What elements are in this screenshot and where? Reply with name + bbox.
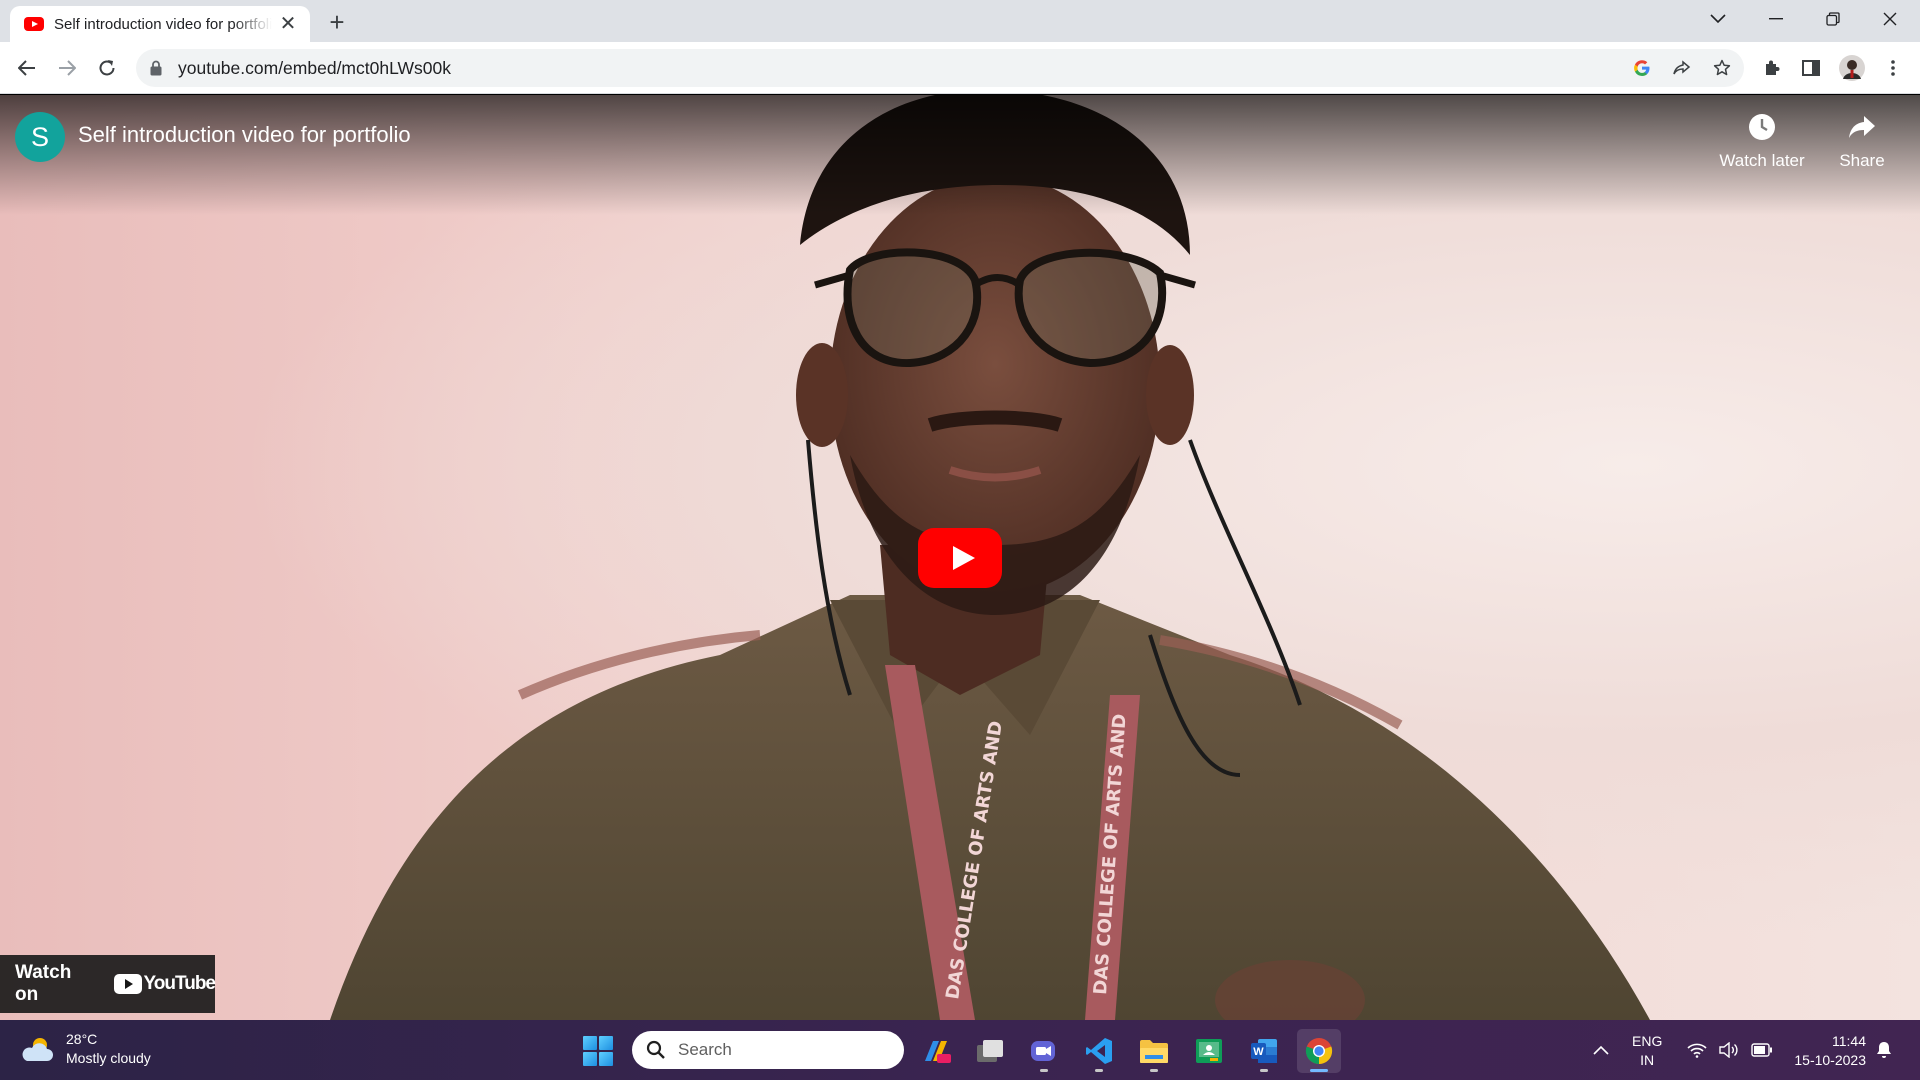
profile-avatar[interactable]: [1838, 54, 1866, 82]
watch-on-label: Watch on: [15, 962, 72, 1005]
word-icon: W: [1251, 1039, 1277, 1063]
task-view-icon: [977, 1040, 1003, 1062]
url-text: youtube.com/embed/mct0hLWs00k: [178, 58, 452, 78]
notifications-button[interactable]: [1876, 1020, 1892, 1080]
volume-icon: [1719, 1042, 1738, 1058]
minimize-icon: [1769, 18, 1783, 20]
share-video-button[interactable]: Share: [1812, 111, 1912, 171]
search-icon: [646, 1040, 665, 1059]
weather-widget[interactable]: 28°C Mostly cloudy: [20, 1030, 151, 1068]
back-button[interactable]: [11, 52, 43, 84]
new-tab-button[interactable]: +: [322, 8, 352, 38]
lock-icon[interactable]: [150, 60, 162, 76]
browser-tab-strip: Self introduction video for portfolio ✕ …: [0, 0, 1920, 42]
tab-close-icon[interactable]: ✕: [278, 14, 298, 34]
svg-text:W: W: [1253, 1046, 1264, 1058]
windows-logo-icon: [583, 1036, 597, 1050]
chevron-down-icon: [1710, 14, 1726, 24]
reload-button[interactable]: [91, 52, 123, 84]
teams-chat-icon: [1031, 1041, 1055, 1061]
watch-later-button[interactable]: Watch later: [1712, 111, 1812, 171]
taskbar-app-teams[interactable]: [1022, 1029, 1066, 1073]
side-panel-button[interactable]: [1797, 54, 1825, 82]
arrow-left-icon: [18, 60, 35, 76]
bell-icon: [1877, 1042, 1891, 1058]
share-label: Share: [1839, 151, 1885, 170]
share-arrow-icon: [1849, 116, 1875, 138]
video-player[interactable]: DAS COLLEGE OF ARTS AND DAS COLLEGE OF A…: [0, 95, 1920, 1020]
vscode-icon: [1086, 1038, 1112, 1064]
youtube-wordmark: YouTube: [143, 973, 216, 994]
folder-icon: [1140, 1040, 1168, 1063]
language-code: ENG: [1632, 1033, 1663, 1049]
widgets-app-icon: [925, 1041, 951, 1063]
tab-search-button[interactable]: [1690, 0, 1746, 38]
close-window-button[interactable]: [1862, 0, 1918, 38]
profile-photo-icon: [1839, 55, 1865, 81]
taskbar-app-classroom[interactable]: [1187, 1029, 1231, 1073]
search-placeholder: Search: [678, 1040, 732, 1059]
taskbar-app-word[interactable]: W: [1242, 1029, 1286, 1073]
channel-avatar[interactable]: S: [15, 112, 65, 162]
extensions-button[interactable]: [1758, 54, 1786, 82]
watch-on-youtube-button[interactable]: Watch on YouTube: [0, 955, 216, 1013]
more-vert-icon: [1891, 60, 1895, 76]
chevron-up-icon: [1593, 1045, 1609, 1055]
star-icon: [1713, 59, 1731, 76]
browser-tab[interactable]: Self introduction video for portfolio ✕: [10, 6, 310, 42]
taskbar-app-task-view[interactable]: [968, 1029, 1012, 1073]
video-title[interactable]: Self introduction video for portfolio: [78, 122, 411, 148]
chrome-menu-button[interactable]: [1879, 54, 1907, 82]
weather-temperature: 28°C: [66, 1031, 98, 1047]
bookmark-button[interactable]: [1710, 56, 1734, 80]
taskbar: 28°C Mostly cloudy Search W ENG IN 11:44…: [0, 1020, 1920, 1080]
battery-icon: [1751, 1043, 1772, 1057]
arrow-right-icon: [59, 60, 76, 76]
chrome-icon: [1305, 1038, 1333, 1065]
close-icon: [1883, 12, 1897, 26]
taskbar-app-file-explorer[interactable]: [1132, 1029, 1176, 1073]
youtube-favicon-icon: [24, 17, 44, 31]
browser-toolbar: youtube.com/embed/mct0hLWs00k: [0, 42, 1920, 94]
clock-date: 15-10-2023: [1794, 1052, 1866, 1068]
language-indicator[interactable]: ENG IN: [1632, 1032, 1662, 1070]
taskbar-app-vscode[interactable]: [1077, 1029, 1121, 1073]
google-g-icon: [1634, 60, 1650, 76]
taskbar-app-chrome[interactable]: [1297, 1029, 1341, 1073]
puzzle-icon: [1766, 60, 1780, 75]
youtube-logo: YouTube: [113, 973, 216, 995]
reload-icon: [99, 60, 115, 76]
watch-later-label: Watch later: [1719, 151, 1805, 170]
region-code: IN: [1640, 1052, 1655, 1068]
clock-icon: [1749, 114, 1775, 140]
weather-condition: Mostly cloudy: [66, 1050, 151, 1066]
address-bar[interactable]: youtube.com/embed/mct0hLWs00k: [136, 49, 1744, 87]
google-classroom-icon: [1196, 1039, 1222, 1063]
restore-button[interactable]: [1805, 0, 1861, 38]
play-button[interactable]: [918, 528, 1002, 588]
minimize-button[interactable]: [1748, 0, 1804, 38]
taskbar-search[interactable]: Search: [632, 1031, 904, 1069]
wifi-icon: [1687, 1043, 1707, 1058]
network-volume-battery[interactable]: [1687, 1020, 1773, 1080]
start-button[interactable]: [583, 1036, 613, 1066]
forward-button[interactable]: [51, 52, 83, 84]
clock[interactable]: 11:44 15-10-2023: [1786, 1032, 1866, 1070]
clock-time: 11:44: [1832, 1033, 1866, 1049]
tab-title: Self introduction video for portfolio: [54, 15, 272, 33]
share-page-button[interactable]: [1670, 56, 1694, 80]
restore-icon: [1826, 12, 1840, 26]
side-panel-icon: [1802, 60, 1820, 76]
cloudy-weather-icon: [22, 1038, 53, 1061]
show-hidden-icons-button[interactable]: [1593, 1020, 1609, 1080]
video-top-shade: [0, 95, 1920, 215]
share-icon: [1673, 60, 1691, 75]
taskbar-app-widgets[interactable]: [914, 1029, 958, 1073]
google-lens-icon[interactable]: [1630, 56, 1654, 80]
youtube-play-icon: [113, 974, 142, 994]
